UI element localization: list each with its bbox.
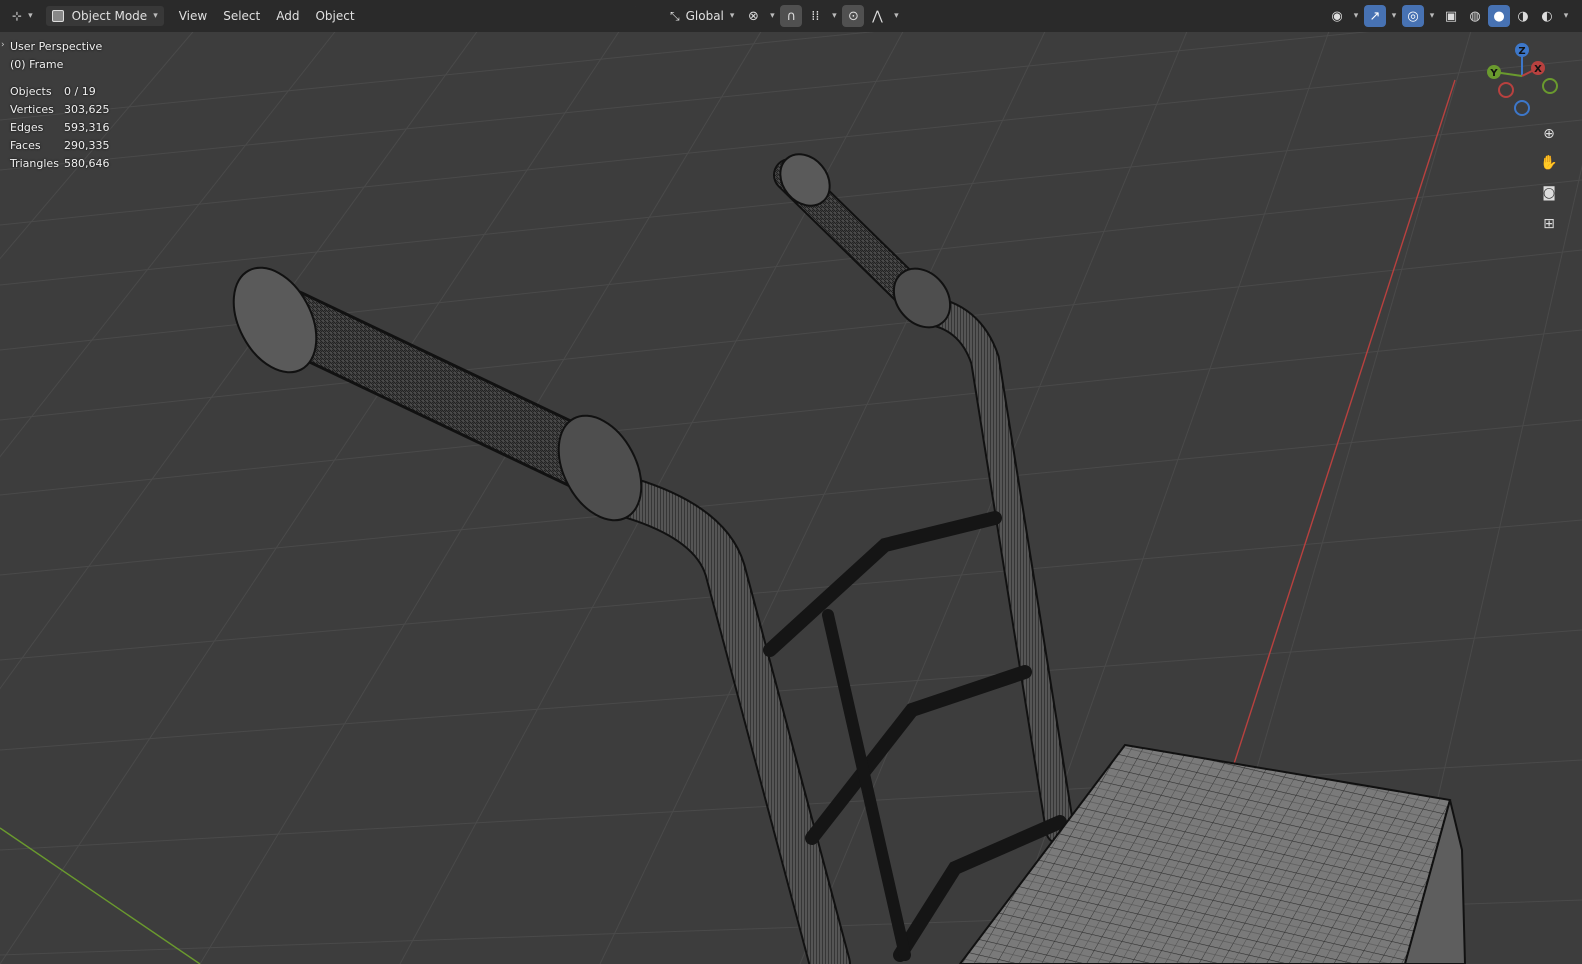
- transform-orientation-icon: ⤡: [670, 8, 680, 23]
- xray-icon[interactable]: ▣: [1440, 5, 1462, 27]
- stat-label: Vertices: [10, 103, 54, 116]
- pan-hand-icon[interactable]: ✋: [1536, 150, 1562, 176]
- mode-dropdown[interactable]: Object Mode ▾: [44, 5, 165, 27]
- transform-pivot-icon[interactable]: ⊗: [742, 5, 764, 27]
- chevron-down-icon[interactable]: ▾: [828, 11, 840, 21]
- chevron-down-icon[interactable]: ▾: [766, 11, 778, 21]
- toolbar-expand-arrow-icon[interactable]: ›: [1, 40, 5, 50]
- viewport-header: ⊹ ▾ Object Mode ▾ View Select Add Object …: [0, 0, 1582, 32]
- chevron-down-icon: ▾: [153, 11, 158, 21]
- stat-label: Faces: [10, 139, 41, 152]
- chevron-down-icon[interactable]: ▾: [1560, 11, 1572, 21]
- frame-label: (0) Frame: [10, 58, 64, 71]
- stat-value: 580,646: [64, 157, 110, 170]
- stat-value: 0 / 19: [64, 85, 96, 98]
- wireframe-shading-icon[interactable]: ◍: [1464, 5, 1486, 27]
- stat-value: 303,625: [64, 103, 110, 116]
- mode-label: Object Mode: [71, 9, 148, 23]
- object-mode-icon: [51, 10, 64, 22]
- camera-icon[interactable]: ◙: [1536, 180, 1562, 206]
- chevron-down-icon[interactable]: ▾: [1350, 11, 1362, 21]
- chevron-down-icon[interactable]: ▾: [890, 11, 902, 21]
- menu-select[interactable]: Select: [215, 5, 268, 27]
- stat-row: Vertices 303,625: [10, 101, 110, 119]
- transform-orientation-label: Global: [685, 9, 724, 23]
- box-base[interactable]: [958, 743, 1467, 964]
- y-axis-line: [0, 827, 201, 964]
- stat-row: Faces 290,335: [10, 137, 110, 155]
- stat-label: Edges: [10, 121, 44, 134]
- view-name: User Perspective: [10, 40, 103, 53]
- stat-value: 290,335: [64, 139, 110, 152]
- visibility-icon[interactable]: ◉: [1326, 5, 1348, 27]
- proportional-editing-icon[interactable]: ⊙: [842, 5, 865, 27]
- gizmo-z-label: Z: [1518, 46, 1525, 57]
- gizmo-neg-x-axis[interactable]: [1498, 82, 1514, 98]
- right-handle[interactable]: [770, 144, 1075, 845]
- orthographic-grid-icon[interactable]: ⊞: [1536, 211, 1562, 237]
- gizmo-icon[interactable]: ↗: [1364, 5, 1386, 27]
- x-axis-line: [1231, 79, 1456, 771]
- editor-type-icon: ⊹: [12, 9, 23, 23]
- falloff-icon[interactable]: ⋀: [866, 5, 888, 27]
- stat-row: Triangles 580,646: [10, 155, 110, 173]
- stat-value: 593,316: [64, 121, 110, 134]
- chevron-down-icon: ▾: [28, 11, 33, 21]
- chevron-down-icon[interactable]: ▾: [1426, 11, 1438, 21]
- stat-row: Objects 0 / 19: [10, 83, 110, 101]
- view-info: User Perspective (0) Frame: [10, 38, 102, 74]
- solid-shading-icon[interactable]: ●: [1488, 5, 1510, 27]
- chevron-down-icon: ▾: [729, 11, 735, 21]
- snap-target-icon[interactable]: ⁞⁞: [804, 5, 826, 27]
- menu-add[interactable]: Add: [268, 5, 307, 27]
- material-shading-icon[interactable]: ◑: [1512, 5, 1534, 27]
- gizmo-neg-y-axis[interactable]: [1542, 78, 1558, 94]
- editor-type-button[interactable]: ⊹ ▾: [6, 5, 39, 27]
- navigation-gizmo[interactable]: Z Y X: [1476, 36, 1572, 126]
- stat-label: Objects: [10, 85, 52, 98]
- snap-icon[interactable]: ∩: [780, 5, 803, 27]
- rendered-shading-icon[interactable]: ◐: [1536, 5, 1558, 27]
- stat-row: Edges 593,316: [10, 119, 110, 137]
- left-handle[interactable]: [217, 254, 851, 964]
- menu-object[interactable]: Object: [307, 5, 362, 27]
- 3d-viewport[interactable]: [0, 0, 1582, 964]
- menu-view[interactable]: View: [171, 5, 215, 27]
- overlay-icon[interactable]: ◎: [1402, 5, 1424, 27]
- stat-label: Triangles: [10, 157, 59, 170]
- gizmo-y-label: Y: [1489, 68, 1498, 79]
- scene-statistics: Objects 0 / 19 Vertices 303,625 Edges 593,3…: [10, 83, 110, 173]
- zoom-icon[interactable]: ⊕: [1536, 121, 1562, 147]
- transform-orientation-dropdown[interactable]: ⤡ Global ▾: [664, 5, 740, 27]
- gizmo-neg-z-axis[interactable]: [1514, 100, 1530, 116]
- chevron-down-icon[interactable]: ▾: [1388, 11, 1400, 21]
- gizmo-x-label: X: [1534, 64, 1542, 75]
